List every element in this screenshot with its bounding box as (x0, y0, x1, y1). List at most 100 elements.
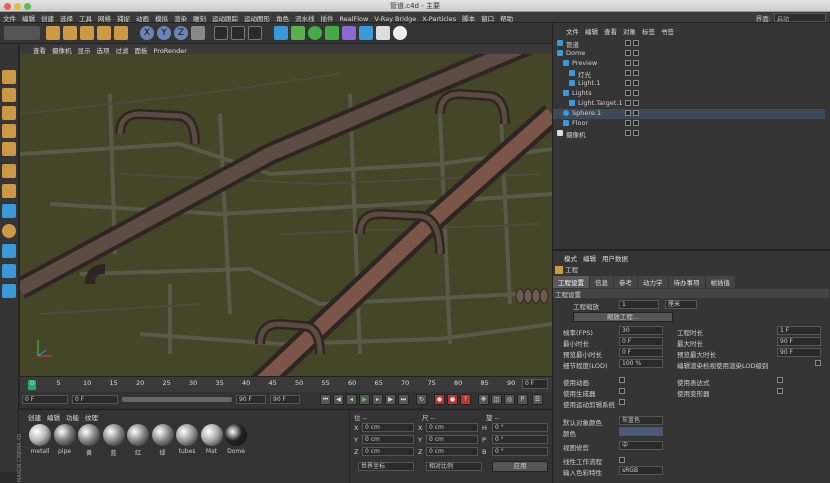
object-row[interactable]: Light.1 (553, 79, 825, 89)
object-render-toggle[interactable] (633, 120, 639, 126)
loop-icon[interactable]: ↻ (416, 394, 427, 405)
object-visibility-toggle[interactable] (625, 130, 631, 136)
material-swatch[interactable] (176, 424, 198, 446)
object-row[interactable]: Sphere.1 (553, 109, 825, 119)
attr-menu-item[interactable]: 编辑 (580, 252, 599, 264)
recent-tool-icon[interactable] (114, 26, 128, 40)
size-mode-dropdown[interactable]: 相对比例 (426, 462, 482, 471)
coord-mode-dropdown[interactable]: 世界坐标 (358, 462, 414, 471)
object-visibility-toggle[interactable] (625, 80, 631, 86)
coord-rotation-field[interactable]: 0 ° (492, 447, 548, 456)
attr-tab[interactable]: 工程设置 (553, 276, 589, 288)
attr-checkbox[interactable] (619, 399, 625, 405)
material-swatch[interactable] (78, 424, 100, 446)
object-render-toggle[interactable] (633, 50, 639, 56)
object-visibility-toggle[interactable] (625, 50, 631, 56)
play-icon[interactable]: ▶ (359, 394, 370, 405)
object-menu-item[interactable]: 对象 (620, 25, 639, 37)
camera-icon[interactable] (376, 26, 390, 40)
attr-checkbox[interactable] (619, 388, 625, 394)
material-swatch[interactable] (151, 424, 174, 446)
z-axis-icon[interactable]: Z (174, 26, 188, 40)
light-icon[interactable] (393, 26, 407, 40)
go-to-end-icon[interactable]: ⏭ (398, 394, 409, 405)
attr-value-field[interactable]: 90 F (777, 337, 821, 346)
scale-icon[interactable] (80, 26, 94, 40)
object-visibility-toggle[interactable] (625, 120, 631, 126)
attr-menu-item[interactable]: 模式 (561, 252, 580, 264)
material-swatch[interactable] (102, 424, 125, 446)
frame-range-slider[interactable] (122, 397, 232, 402)
3d-viewport[interactable] (20, 54, 552, 376)
make-editable-icon[interactable] (2, 70, 16, 84)
subdivision-icon[interactable] (308, 26, 322, 40)
start-frame-field[interactable]: 0 F (22, 395, 68, 404)
object-menu-item[interactable]: 编辑 (582, 25, 601, 37)
axis-mode-icon[interactable] (2, 164, 16, 178)
coord-rotation-field[interactable]: 0 ° (492, 435, 548, 444)
object-render-toggle[interactable] (633, 70, 639, 76)
deformer-icon[interactable] (342, 26, 356, 40)
render-view-icon[interactable] (214, 26, 228, 40)
cube-icon[interactable] (274, 26, 288, 40)
coord-size-field[interactable]: 0 cm (426, 435, 478, 444)
material-menu-item[interactable]: 创建 (25, 411, 44, 423)
object-row[interactable]: Lights (553, 89, 825, 99)
attr-tab[interactable]: 动力学 (638, 276, 668, 288)
tweak-icon[interactable] (2, 184, 16, 198)
cloner-icon[interactable] (325, 26, 339, 40)
object-row[interactable]: Floor (553, 119, 825, 129)
interface-selector[interactable]: 界面: 启动 (756, 13, 826, 23)
attr-tab[interactable]: 待办事项 (668, 276, 705, 288)
view-clip-dropdown[interactable]: 中 (619, 441, 663, 450)
object-render-toggle[interactable] (633, 40, 639, 46)
coord-position-field[interactable]: 0 cm (362, 435, 414, 444)
object-render-toggle[interactable] (633, 100, 639, 106)
keyframe-selection-icon[interactable]: ? (460, 394, 471, 405)
object-row[interactable]: 摄像机 (553, 129, 825, 139)
attr-tab[interactable]: 参考 (614, 276, 637, 288)
object-render-toggle[interactable] (633, 130, 639, 136)
go-to-start-icon[interactable]: ⏮ (320, 394, 331, 405)
coord-position-field[interactable]: 0 cm (362, 447, 414, 456)
color-swatch[interactable] (619, 427, 663, 436)
material-swatch[interactable] (200, 424, 223, 446)
object-menu-item[interactable]: 查看 (601, 25, 620, 37)
attr-tab[interactable]: 信息 (590, 276, 613, 288)
scale-key-icon[interactable]: ◫ (491, 394, 502, 405)
scale-project-button[interactable]: 缩放工程... (573, 312, 673, 322)
texture-mode-icon[interactable] (2, 88, 16, 102)
attr-value-field[interactable]: 30 (619, 326, 663, 335)
attr-value-field[interactable]: 100 % (619, 359, 663, 368)
attr-checkbox[interactable] (777, 388, 783, 394)
attr-value-field[interactable]: 1 F (777, 326, 821, 335)
attr-value-field[interactable]: 0 F (619, 348, 663, 357)
current-frame-input[interactable]: 0 F (72, 395, 118, 404)
object-row[interactable]: 灯光 (553, 69, 825, 79)
object-visibility-toggle[interactable] (625, 100, 631, 106)
timeline[interactable]: 0 5 10 15 20 25 30 35 40 45 50 55 60 65 70 75 80 85 90 0 F (20, 376, 552, 392)
object-visibility-toggle[interactable] (625, 110, 631, 116)
default-color-dropdown[interactable]: 灰蓝色 (619, 416, 663, 425)
material-menu-item[interactable]: 纹理 (82, 411, 101, 423)
rotate-icon[interactable] (97, 26, 111, 40)
object-visibility-toggle[interactable] (625, 60, 631, 66)
attr-menu-item[interactable]: 用户数据 (599, 252, 631, 264)
material-swatch[interactable] (127, 424, 149, 446)
object-visibility-toggle[interactable] (625, 70, 631, 76)
next-key-icon[interactable]: ▶ (385, 394, 396, 405)
points-mode-icon[interactable] (2, 106, 16, 120)
workplane-icon[interactable] (2, 204, 16, 218)
param-key-icon[interactable]: P (517, 394, 528, 405)
apply-button[interactable]: 应用 (492, 461, 548, 472)
rotation-key-icon[interactable]: ◎ (504, 394, 515, 405)
polygons-mode-icon[interactable] (2, 142, 16, 156)
material-swatch[interactable] (53, 424, 76, 446)
object-visibility-toggle[interactable] (625, 40, 631, 46)
auto-key-icon[interactable]: ● (447, 394, 458, 405)
floor-icon[interactable] (359, 26, 373, 40)
input-color-dropdown[interactable]: sRGB (619, 466, 663, 475)
position-key-icon[interactable]: ✥ (478, 394, 489, 405)
object-render-toggle[interactable] (633, 80, 639, 86)
locked-workplane-icon[interactable] (2, 244, 16, 258)
